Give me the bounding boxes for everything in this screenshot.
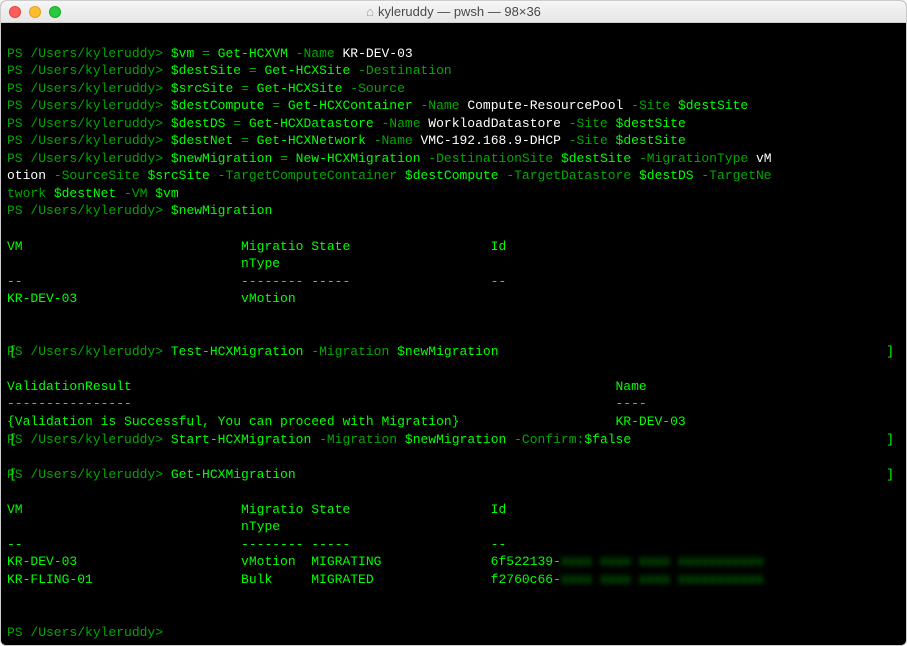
prompt: PS /Users/kyleruddy> (7, 63, 163, 78)
var: $destCompute (405, 168, 499, 183)
cmdlet: New-HCXMigration (296, 151, 421, 166)
cmdlet: Get-HCXSite (257, 81, 343, 96)
cmdlet: Get-HCXSite (264, 63, 350, 78)
prompt: PS /Users/kyleruddy> (7, 116, 163, 131)
minimize-button[interactable] (29, 6, 41, 18)
var: $destSite (561, 151, 631, 166)
prompt: PS /Users/kyleruddy> (7, 46, 163, 61)
window-title: ⌂ kyleruddy — pwsh — 98×36 (366, 4, 541, 19)
flag: -Site (561, 133, 616, 148)
flag: -Source (343, 81, 405, 96)
table-row: {Validation is Successful, You can proce… (7, 414, 686, 429)
var: $newMigration (171, 203, 272, 218)
terminal-window: ⌂ kyleruddy — pwsh — 98×36 PS /Users/kyl… (0, 0, 907, 646)
var: $vm (171, 46, 194, 61)
close-button[interactable] (9, 6, 21, 18)
var: $destCompute (171, 98, 265, 113)
prompt: PS /Users/kyleruddy> (7, 98, 163, 113)
flag: -MigrationType (631, 151, 756, 166)
zoom-button[interactable] (49, 6, 61, 18)
table-row: KR-DEV-03 vMotion MIGRATING 6f522139- (7, 554, 561, 569)
table-header: VM Migratio State Id (7, 239, 506, 254)
prompt: PS /Users/kyleruddy> (7, 203, 163, 218)
home-icon: ⌂ (366, 4, 374, 19)
prompt: PS /Users/kyleruddy> (7, 344, 163, 359)
prompt: PS /Users/kyleruddy> (7, 133, 163, 148)
table-header: ValidationResult Name (7, 379, 647, 394)
cmdlet: Get-HCXNetwork (257, 133, 366, 148)
prompt: PS /Users/kyleruddy> (7, 625, 163, 640)
flag: -Site (623, 98, 678, 113)
cmdlet: Get-HCXMigration (171, 467, 296, 482)
flag: -Name (374, 116, 429, 131)
flag: -Destination (350, 63, 451, 78)
var: $srcSite (171, 81, 233, 96)
value: KR-DEV-03 (342, 46, 412, 61)
eq: = (194, 46, 217, 61)
flag: -Migration (311, 432, 405, 447)
prompt: PS /Users/kyleruddy> (7, 467, 163, 482)
cmdlet: Test-HCXMigration (171, 344, 304, 359)
eq: = (241, 63, 264, 78)
prompt: PS /Users/kyleruddy> (7, 151, 163, 166)
flag: -Name (366, 133, 421, 148)
var: $destNet (171, 133, 233, 148)
table-header-cont: nType (7, 519, 280, 534)
flag: -SourceSite (46, 168, 147, 183)
flag: -VM (116, 186, 155, 201)
redacted-id: xxxx xxxx xxxx xxxxxxxxxxx (561, 572, 764, 587)
redacted-id: xxxx xxxx xxxx xxxxxxxxxxx (561, 554, 764, 569)
table-row: KR-DEV-03 vMotion (7, 291, 296, 306)
var: $destSite (171, 63, 241, 78)
var: $newMigration (171, 151, 272, 166)
var: $false (584, 432, 631, 447)
table-header: VM Migratio State Id (7, 502, 506, 517)
var: $destDS (639, 168, 694, 183)
var: $newMigration (397, 344, 498, 359)
table-sep: -- -------- ----- -- (7, 537, 506, 552)
eq: = (264, 98, 287, 113)
value-cont: otion (7, 168, 46, 183)
table-sep: -- -------- ----- -- (7, 274, 506, 289)
value: Compute-ResourcePool (467, 98, 623, 113)
traffic-lights (9, 6, 61, 18)
table-header-cont: nType (7, 256, 280, 271)
flag: -Name (288, 46, 343, 61)
value: WorkloadDatastore (428, 116, 561, 131)
var: $destSite (616, 116, 686, 131)
cmdlet: Start-HCXMigration (171, 432, 311, 447)
eq: = (272, 151, 295, 166)
flag: -TargetDatastore (499, 168, 639, 183)
flag: -Name (413, 98, 468, 113)
eq: = (233, 81, 256, 96)
flag: -TargetComputeContainer (210, 168, 405, 183)
table-row: KR-FLING-01 Bulk MIGRATED f2760c66- (7, 572, 561, 587)
var: $newMigration (405, 432, 506, 447)
cmdlet: Get-HCXContainer (288, 98, 413, 113)
table-sep: ---------------- ---- (7, 396, 647, 411)
cmdlet: Get-HCXDatastore (249, 116, 374, 131)
prompt: PS /Users/kyleruddy> (7, 432, 163, 447)
var: $destSite (616, 133, 686, 148)
var: $destSite (678, 98, 748, 113)
flag: -DestinationSite (421, 151, 561, 166)
var: $destDS (171, 116, 226, 131)
window-title-text: kyleruddy — pwsh — 98×36 (378, 4, 541, 19)
prompt: PS /Users/kyleruddy> (7, 81, 163, 96)
var: $vm (155, 186, 178, 201)
flag: -Site (561, 116, 616, 131)
var: $destNet (54, 186, 116, 201)
eq: = (233, 133, 256, 148)
flag: -Confirm: (506, 432, 584, 447)
value: VMC-192.168.9-DHCP (421, 133, 561, 148)
terminal-body[interactable]: PS /Users/kyleruddy> $vm = Get-HCXVM -Na… (1, 23, 906, 646)
cmdlet: Get-HCXVM (218, 46, 288, 61)
value: vM (756, 151, 772, 166)
flag: -Migration (303, 344, 397, 359)
eq: = (225, 116, 248, 131)
var: $srcSite (147, 168, 209, 183)
flag: -TargetNe (694, 168, 772, 183)
flag-cont: twork (7, 186, 54, 201)
titlebar[interactable]: ⌂ kyleruddy — pwsh — 98×36 (1, 1, 906, 23)
